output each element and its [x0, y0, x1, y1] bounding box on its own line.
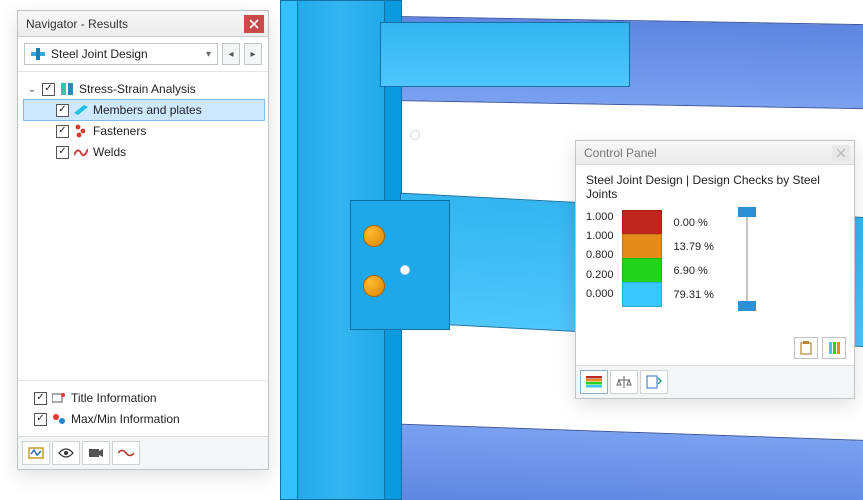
chevron-down-icon: ▾ — [206, 49, 211, 60]
legend-percents: 0.00 % 13.79 % 6.90 % 79.31 % — [670, 211, 714, 307]
title-info-icon — [51, 391, 67, 405]
views-icon — [28, 446, 44, 460]
views-button[interactable] — [22, 441, 50, 465]
control-panel-action-icons — [576, 331, 854, 365]
option-label: Max/Min Information — [71, 412, 180, 426]
navigator-toolbar — [18, 436, 268, 469]
checkbox[interactable] — [56, 104, 69, 117]
nav-next-button[interactable]: ▸ — [244, 43, 262, 65]
dropdown-label: Steel Joint Design — [51, 47, 148, 61]
members-plates-icon — [73, 103, 89, 117]
control-panel-titlebar[interactable]: Control Panel — [576, 141, 854, 165]
slider-handle-min[interactable] — [738, 301, 756, 311]
column-flange-left — [280, 0, 298, 500]
tree-label: Stress-Strain Analysis — [79, 82, 196, 96]
balance-icon — [616, 375, 632, 389]
close-button[interactable] — [244, 15, 264, 33]
scale-settings-button[interactable] — [822, 337, 846, 359]
checkbox[interactable] — [34, 392, 47, 405]
clipboard-icon — [799, 341, 813, 355]
option-maxmin-information[interactable]: Max/Min Information — [34, 409, 262, 429]
control-panel: Control Panel Steel Joint Design | Desig… — [575, 140, 855, 399]
legend-swatch[interactable] — [622, 234, 662, 259]
close-icon — [249, 19, 259, 29]
navigator-dropdown-bar: Steel Joint Design ▾ ◂ ▸ — [18, 37, 268, 72]
deformation-button[interactable] — [112, 441, 140, 465]
control-panel-title: Control Panel — [584, 146, 832, 160]
checkbox[interactable] — [56, 125, 69, 138]
percent-value: 6.90 % — [674, 265, 714, 277]
tree-label: Welds — [93, 145, 126, 159]
legend-swatch[interactable] — [622, 210, 662, 235]
checkbox[interactable] — [56, 146, 69, 159]
navigator-bottom-options: Title Information Max/Min Information — [18, 380, 268, 436]
beam-top-front — [380, 22, 630, 87]
deformation-icon — [118, 448, 134, 458]
slider-rail — [746, 211, 748, 307]
clipboard-button[interactable] — [794, 337, 818, 359]
maxmin-icon — [51, 412, 67, 426]
nav-prev-button[interactable]: ◂ — [222, 43, 240, 65]
camera-button[interactable] — [82, 441, 110, 465]
analysis-type-dropdown[interactable]: Steel Joint Design ▾ — [24, 43, 218, 65]
navigator-title: Navigator - Results — [26, 17, 244, 31]
filter-tab-button[interactable] — [640, 370, 668, 394]
stress-strain-icon — [59, 82, 75, 96]
legend-ticks: 1.000 1.000 0.800 0.200 0.000 — [586, 211, 614, 307]
expand-toggle-icon[interactable]: ⌄ — [26, 84, 38, 95]
tick-value: 1.000 — [586, 211, 614, 230]
checkbox[interactable] — [42, 83, 55, 96]
bolt-icon — [363, 225, 385, 247]
legend-swatch[interactable] — [622, 282, 662, 307]
tick-value: 0.200 — [586, 269, 614, 288]
color-legend: 1.000 1.000 0.800 0.200 0.000 0.00 % 13.… — [586, 211, 844, 307]
tree-item-welds[interactable]: Welds — [24, 142, 264, 162]
slider-handle-max[interactable] — [738, 207, 756, 217]
filter-icon — [646, 375, 662, 389]
tree-label: Members and plates — [93, 103, 202, 117]
results-tree: ⌄ Stress-Strain Analysis Members and pla… — [18, 72, 268, 380]
percent-value: 0.00 % — [674, 217, 714, 229]
end-plate — [350, 200, 450, 330]
legend-icon — [586, 376, 602, 388]
visibility-button[interactable] — [52, 441, 80, 465]
percent-value: 79.31 % — [674, 289, 714, 301]
tick-value: 0.000 — [586, 288, 614, 307]
control-panel-toolbar — [576, 365, 854, 398]
steel-joint-icon — [31, 48, 45, 60]
eye-icon — [58, 447, 74, 459]
tree-label: Fasteners — [93, 124, 146, 138]
tick-value: 1.000 — [586, 230, 614, 249]
bolt-hole-icon — [410, 130, 420, 140]
tree-root-stress-strain[interactable]: ⌄ Stress-Strain Analysis — [24, 79, 264, 99]
legend-swatch[interactable] — [622, 258, 662, 283]
fasteners-icon — [73, 124, 89, 138]
tree-item-members-plates[interactable]: Members and plates — [24, 100, 264, 120]
tree-item-fasteners[interactable]: Fasteners — [24, 121, 264, 141]
checkbox[interactable] — [34, 413, 47, 426]
option-label: Title Information — [71, 391, 157, 405]
tick-value: 0.800 — [586, 249, 614, 268]
navigator-panel: Navigator - Results Steel Joint Design ▾… — [17, 10, 269, 470]
range-slider[interactable] — [732, 211, 762, 307]
legend-tab-button[interactable] — [580, 370, 608, 394]
percent-value: 13.79 % — [674, 241, 714, 253]
bolt-icon — [363, 275, 385, 297]
navigator-titlebar[interactable]: Navigator - Results — [18, 11, 268, 37]
scale-icon — [827, 341, 841, 355]
welds-icon — [73, 145, 89, 159]
factors-tab-button[interactable] — [610, 370, 638, 394]
legend-swatches — [622, 211, 662, 307]
option-title-information[interactable]: Title Information — [34, 388, 262, 408]
legend-extra-value — [586, 313, 844, 327]
bolt-hole-icon — [400, 265, 410, 275]
camera-icon — [88, 447, 104, 459]
close-button[interactable] — [832, 145, 850, 161]
control-panel-heading: Steel Joint Design | Design Checks by St… — [586, 173, 844, 201]
close-icon — [837, 149, 845, 157]
